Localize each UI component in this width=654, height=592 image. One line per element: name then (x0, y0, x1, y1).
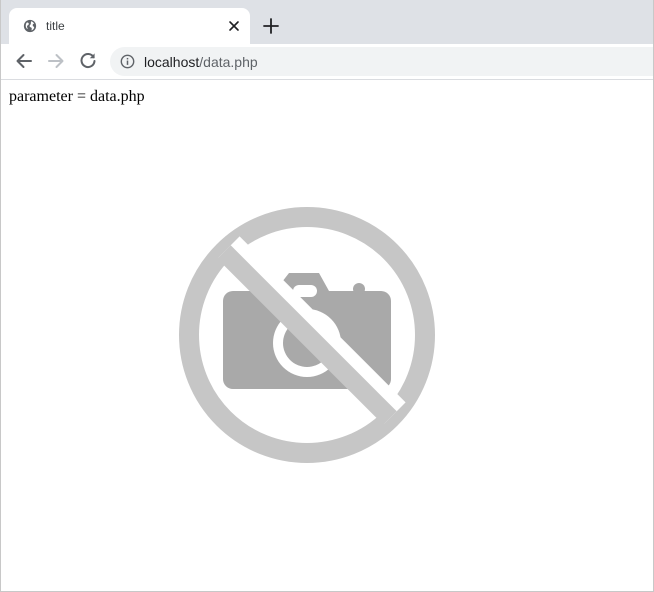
globe-icon (23, 19, 37, 33)
arrow-left-icon[interactable] (13, 50, 35, 72)
url-path: /data.php (199, 54, 258, 70)
page-text: parameter = data.php (9, 88, 145, 105)
arrow-right-icon[interactable] (45, 50, 67, 72)
browser-window: title localhost/data.php parameter = dat… (0, 0, 654, 592)
tab-active[interactable]: title (9, 8, 250, 44)
url-host: localhost (144, 54, 200, 70)
toolbar: localhost/data.php (1, 44, 653, 80)
close-icon[interactable] (226, 18, 242, 34)
plus-icon[interactable] (261, 16, 281, 36)
page-content: parameter = data.php (1, 80, 653, 591)
camera-flash (353, 283, 365, 295)
reload-icon[interactable] (77, 50, 99, 72)
tab-strip: title (1, 0, 653, 44)
info-icon[interactable] (120, 54, 135, 69)
url-text: localhost/data.php (144, 54, 258, 70)
no-photo-icon (179, 207, 435, 463)
tab-title: title (46, 19, 65, 33)
address-bar[interactable]: localhost/data.php (110, 47, 653, 76)
